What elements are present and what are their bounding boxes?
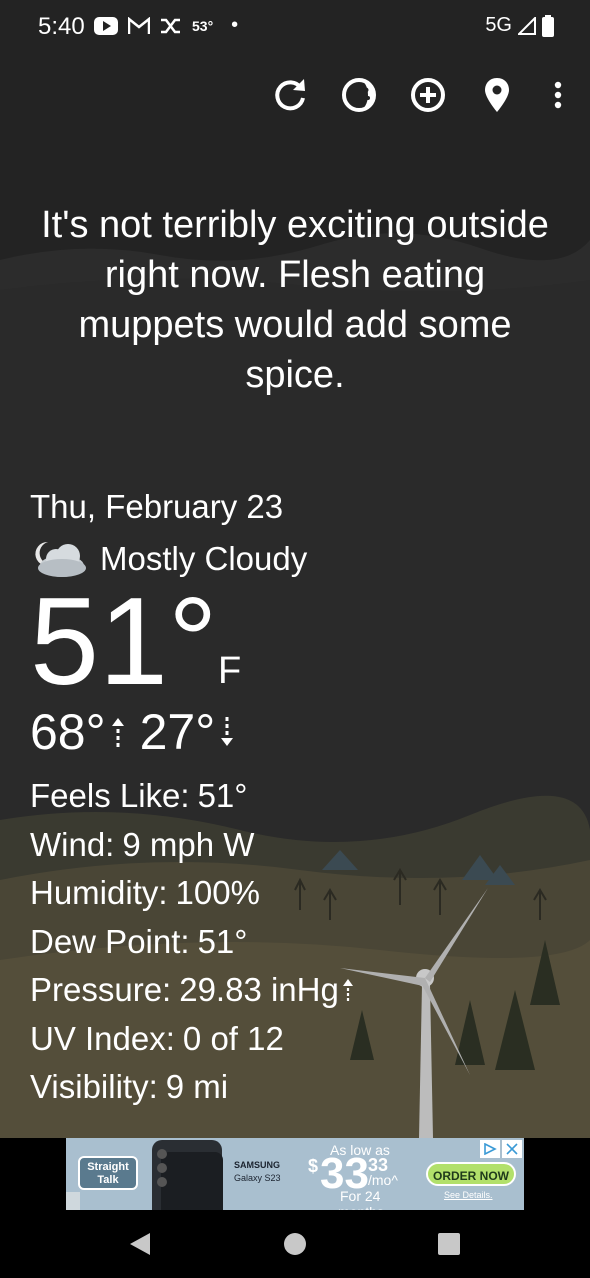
more-options-button[interactable]: [533, 70, 583, 120]
ad-banner[interactable]: Straight Talk SAMSUNG Galaxy S23 As low …: [66, 1138, 524, 1210]
high-temp: 68°: [30, 704, 106, 760]
wind-value: 9 mph W: [122, 825, 255, 863]
ad-choices-icon[interactable]: [480, 1140, 500, 1158]
status-temp: 53°: [192, 17, 214, 34]
recents-icon: [438, 1233, 460, 1255]
signal-icon: [518, 16, 536, 35]
network-type: 5G: [485, 14, 512, 36]
home-button[interactable]: [281, 1230, 309, 1258]
ad-order-now-button[interactable]: ORDER NOW: [426, 1162, 516, 1186]
back-button[interactable]: [126, 1230, 154, 1258]
visibility-label: Visibility:: [30, 1068, 158, 1105]
pressure-row: Pressure: 29.83 inHg: [30, 966, 354, 1015]
add-location-icon: [411, 78, 445, 112]
weather-details: Feels Like: 51° Wind: 9 mph W Humidity: 100…: [30, 772, 354, 1112]
youtube-icon: [94, 16, 118, 35]
ad-see-details-link[interactable]: See Details.: [444, 1190, 493, 1200]
toolbar: [0, 70, 590, 120]
feels-like-label: Feels Like:: [30, 777, 190, 814]
pressure-label: Pressure:: [30, 971, 172, 1008]
feels-like-row: Feels Like: 51°: [30, 772, 354, 821]
visibility-row: Visibility: 9 mi: [30, 1063, 354, 1112]
ad-brand-logo: Straight Talk: [78, 1156, 138, 1190]
status-bar: 5:40 53° • 5G: [0, 0, 590, 54]
pressure-rising-icon: [342, 979, 353, 1002]
forecast-date: Thu, February 23: [30, 488, 284, 525]
navigation-bar: [0, 1210, 590, 1278]
ad-close-icon[interactable]: [502, 1140, 522, 1158]
ad-currency: $: [308, 1156, 319, 1176]
theme-button[interactable]: [334, 70, 384, 120]
humidity-label: Humidity:: [30, 874, 168, 911]
location-button[interactable]: [472, 70, 522, 120]
uv-index-value: 0 of 12: [182, 1019, 284, 1057]
wind-label: Wind:: [30, 825, 115, 863]
low-temp: 27°: [139, 704, 216, 760]
dew-point-label: Dew Point:: [30, 922, 190, 960]
temperature-degree: °: [167, 573, 218, 711]
high-low-row: 68° 27°: [30, 702, 249, 762]
refresh-button[interactable]: [265, 70, 315, 120]
ad-phone-brand: SAMSUNG: [234, 1160, 281, 1170]
humidity-row: Humidity: 100%: [30, 869, 354, 918]
visibility-value: 9 mi: [165, 1068, 229, 1105]
refresh-icon: [275, 79, 305, 111]
location-pin-icon: [485, 78, 509, 112]
theme-icon: [342, 78, 376, 112]
battery-icon: [542, 14, 554, 37]
temperature-unit: F: [218, 650, 242, 692]
temperature-value: 51: [30, 573, 168, 711]
home-icon: [284, 1233, 306, 1255]
pressure-value: 29.83 inHg: [179, 971, 339, 1008]
weather-commentary: It's not terribly exciting outside right…: [41, 204, 549, 396]
current-temperature: 51°: [30, 578, 218, 706]
gmail-icon: [128, 16, 150, 34]
status-time: 5:40: [38, 13, 85, 40]
wind-row: Wind: 9 mph W: [30, 821, 354, 870]
back-icon: [130, 1233, 150, 1255]
arrow-down-icon: [221, 717, 234, 746]
notification-dot-icon: •: [231, 14, 239, 36]
humidity-value: 100%: [175, 874, 260, 911]
recents-button[interactable]: [435, 1230, 463, 1258]
dew-point-value: 51°: [197, 922, 248, 960]
shuffle-icon: [161, 18, 180, 33]
ad-term: For 24: [340, 1188, 381, 1204]
arrow-up-icon: [111, 718, 124, 747]
more-vert-icon: [554, 81, 562, 109]
feels-like-value: 51°: [197, 777, 248, 814]
uv-index-label: UV Index:: [30, 1019, 175, 1057]
ad-price-suffix: /mo^: [368, 1172, 398, 1188]
ad-phone-model: Galaxy S23: [234, 1173, 281, 1183]
add-location-button[interactable]: [403, 70, 453, 120]
dew-point-row: Dew Point: 51°: [30, 918, 354, 967]
uv-index-row: UV Index: 0 of 12: [30, 1015, 354, 1064]
